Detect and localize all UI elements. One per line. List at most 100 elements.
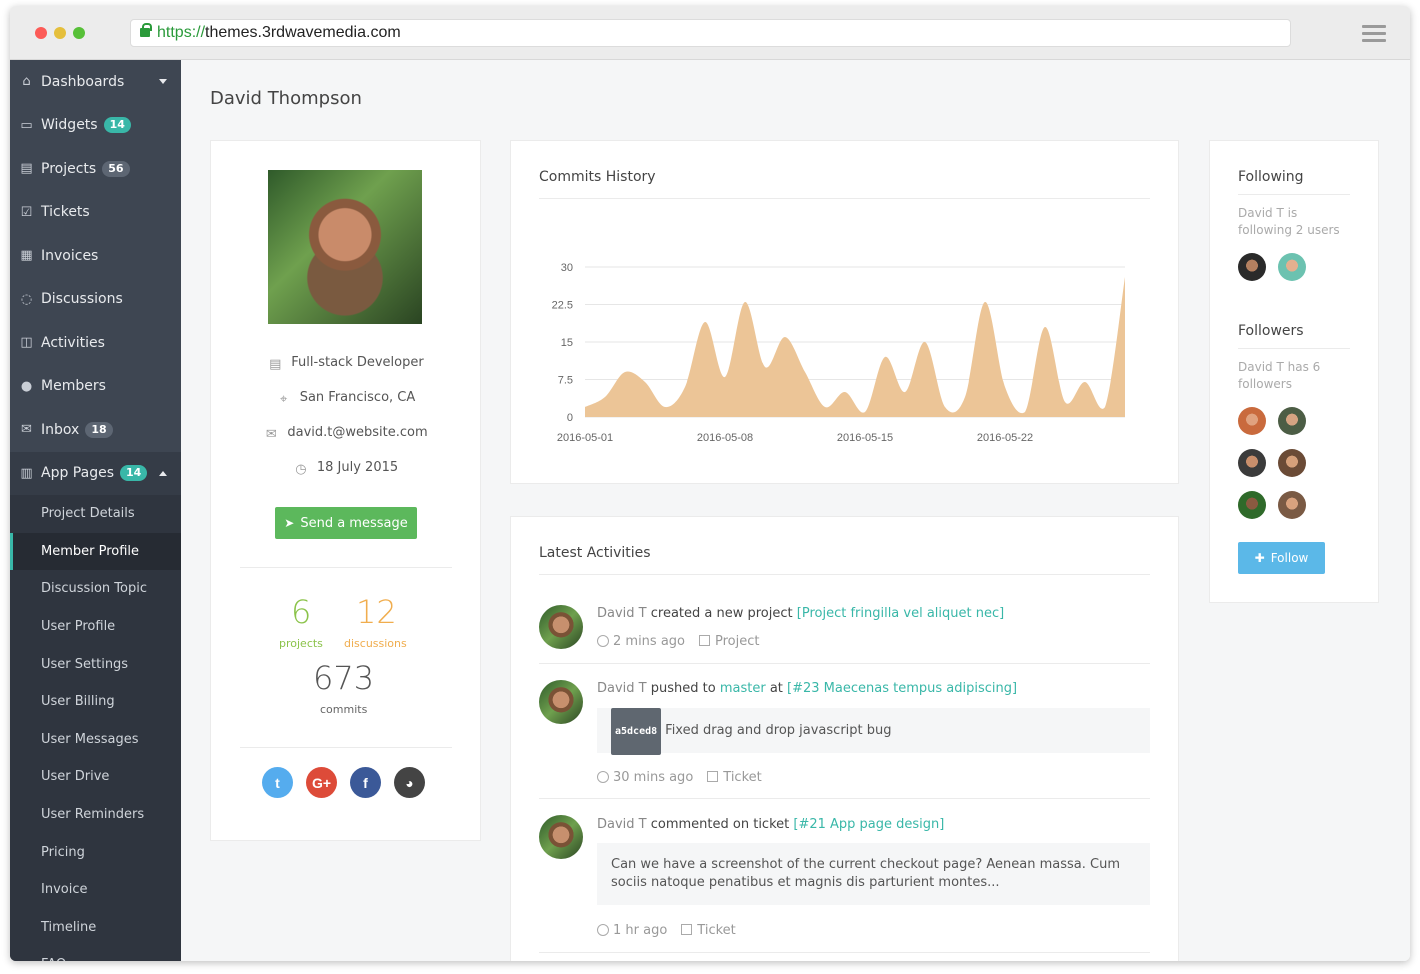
divider [240,747,452,748]
twitter-icon[interactable]: t [262,767,293,798]
submenu-item-user-reminders[interactable]: User Reminders [10,796,181,834]
avatar[interactable] [1278,449,1306,477]
close-window-button[interactable] [35,27,47,39]
divider [539,574,1150,575]
users-icon: ● [20,378,33,394]
discussions-label: discussions [344,637,407,650]
activity-meta: 1 hr ago Ticket [597,923,736,938]
facebook-icon[interactable]: f [350,767,381,798]
follow-button[interactable]: ✚ Follow [1238,542,1325,574]
address-bar[interactable]: https://themes.3rdwavemedia.com [130,19,1291,47]
briefcase-icon: ▤ [20,161,33,177]
chevron-up-icon [159,470,167,476]
avatar[interactable] [1278,407,1306,435]
main-content: David Thompson ▤ Full-stack Developer ⌖ Sa… [181,60,1410,961]
y-tick-label: 15 [561,337,573,349]
avatar[interactable] [1278,253,1306,281]
url-protocol: https:// [157,24,206,41]
sidebar-item-invoices[interactable]: ▦ Invoices [10,234,181,278]
submenu-item-user-drive[interactable]: User Drive [10,758,181,796]
divider [539,952,1150,953]
app-pages-submenu: Project Details Member Profile Discussio… [10,495,181,961]
activity-meta: 2 mins ago Project [597,634,759,649]
x-tick-label: 2016-05-22 [977,432,1033,444]
avatar[interactable] [539,680,583,724]
menu-icon[interactable] [1362,25,1386,43]
send-message-button[interactable]: ➤ Send a message [275,507,417,539]
activity-meta: 30 mins ago Ticket [597,770,762,785]
avatar[interactable] [1238,253,1266,281]
activity-time: 2 mins ago [613,634,685,649]
commit-hash[interactable]: a5dced8 [611,708,662,755]
sidebar-item-members[interactable]: ● Members [10,365,181,409]
submenu-item-discussion-topic[interactable]: Discussion Topic [10,570,181,608]
sidebar-item-app-pages[interactable]: ▥ App Pages 14 [10,451,181,495]
sidebar-item-activities[interactable]: ◫ Activities [10,321,181,365]
checkbox-icon: ☑ [20,204,33,220]
sidebar-item-label: Inbox [41,421,80,438]
count-badge: 14 [120,465,148,482]
avatar[interactable] [1238,449,1266,477]
activity-action: commented on ticket [650,817,790,832]
sidebar-item-tickets[interactable]: ☑ Tickets [10,191,181,235]
following-title: Following [1238,169,1304,185]
google-plus-icon[interactable]: G+ [306,767,337,798]
activity-action: pushed to [650,681,716,696]
ticket-link[interactable]: [#21 App page design] [793,817,944,832]
avatar[interactable] [1238,491,1266,519]
minimize-window-button[interactable] [54,27,66,39]
submenu-item-member-profile[interactable]: Member Profile [10,532,181,571]
projects-label: projects [279,637,323,650]
branch-link[interactable]: master [720,681,766,696]
activity-time: 30 mins ago [613,770,694,785]
sidebar-item-label: Invoices [41,247,99,264]
document-icon: ▦ [20,248,33,264]
divider [539,663,1150,664]
avatar[interactable] [1238,407,1266,435]
submenu-item-project-details[interactable]: Project Details [10,495,181,533]
submenu-item-user-billing[interactable]: User Billing [10,683,181,721]
submenu-item-pricing[interactable]: Pricing [10,833,181,871]
project-link[interactable]: [Project fringilla vel aliquet nec] [797,606,1004,621]
location-row: ⌖ San Francisco, CA [211,390,480,407]
sidebar-item-inbox[interactable]: ✉ Inbox 18 [10,408,181,452]
maximize-window-button[interactable] [73,27,85,39]
submenu-item-user-messages[interactable]: User Messages [10,721,181,759]
email-row: ✉ david.t@website.com [211,425,480,442]
submenu-item-user-settings[interactable]: User Settings [10,645,181,683]
sidebar-item-label: Tickets [41,204,90,221]
commits-chart: 0 7.5 15 22.5 30 2016-05-01 2016-05-08 2016-05-… [552,262,1125,444]
browser-titlebar: https://themes.3rdwavemedia.com [10,6,1410,60]
count-badge: 56 [102,160,130,177]
chat-bubble-icon: ◌ [20,291,33,307]
sidebar-item-dashboards[interactable]: ⌂ Dashboards [10,60,181,104]
activity-action: created a new project [650,606,793,621]
user-plus-icon: ✚ [1254,551,1265,565]
avatar[interactable] [1278,491,1306,519]
submenu-item-timeline[interactable]: Timeline [10,909,181,947]
home-icon: ⌂ [22,74,31,90]
ticket-link[interactable]: [#23 Maecenas tempus adipiscing] [787,681,1017,696]
submenu-item-invoice[interactable]: Invoice [10,871,181,909]
commits-area-series[interactable] [585,277,1125,417]
submenu-item-user-profile[interactable]: User Profile [10,608,181,646]
role-text: Full-stack Developer [291,355,424,370]
sidebar-item-projects[interactable]: ▤ Projects 56 [10,147,181,191]
avatar[interactable] [539,815,583,859]
activity-user[interactable]: David T [597,681,647,696]
card-title: Latest Activities [539,545,651,561]
submenu-item-faq[interactable]: FAQ [10,946,181,961]
sidebar-item-label: Discussions [41,291,123,308]
activity-user[interactable]: David T [597,606,647,621]
lock-icon [140,23,152,37]
github-icon[interactable]: ◕ [394,767,425,798]
activity-text: David T created a new project [Project f… [597,606,1004,621]
y-tick-label: 7.5 [558,375,573,387]
follow-label: Follow [1270,551,1309,565]
latest-activities-card: Latest Activities David T created a new … [510,516,1179,961]
sidebar-item-discussions[interactable]: ◌ Discussions [10,278,181,322]
activity-user[interactable]: David T [597,817,647,832]
avatar[interactable] [539,605,583,649]
checkbox-icon [707,771,719,782]
sidebar-item-widgets[interactable]: ▭ Widgets 14 [10,104,181,148]
